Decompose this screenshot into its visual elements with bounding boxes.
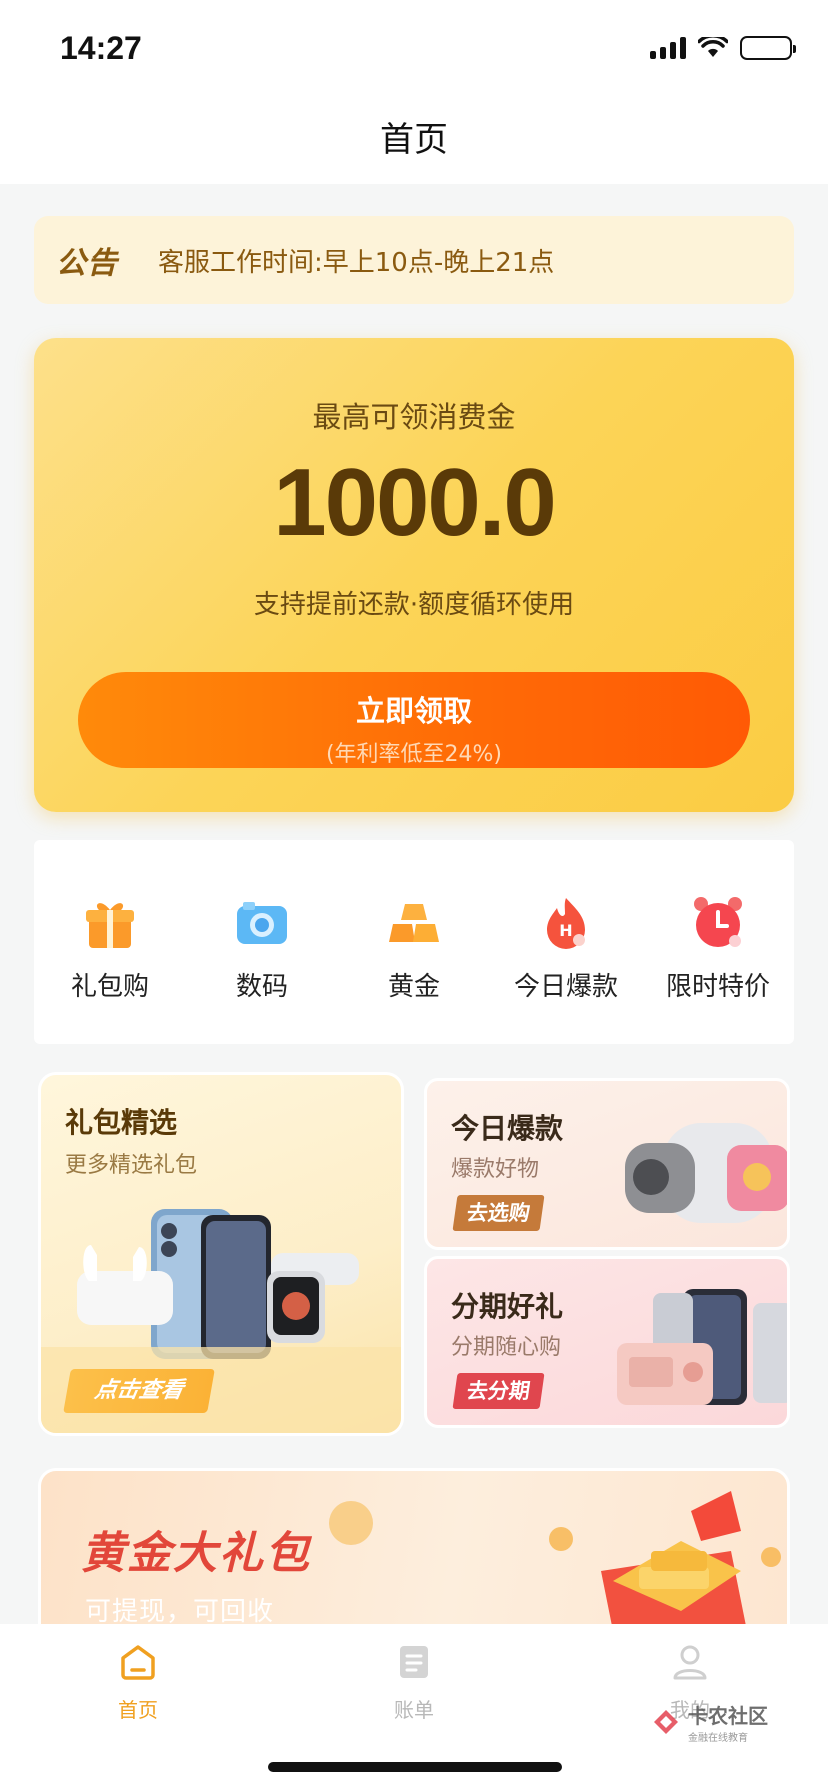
cellular-signal-icon (650, 37, 686, 59)
notice-tag: 公告 (56, 246, 118, 281)
category-gold[interactable]: 黄金 (344, 894, 484, 1003)
category-flash-sale[interactable]: 限时特价 (648, 894, 788, 1003)
status-icons (650, 36, 796, 60)
camera-icon (237, 902, 287, 944)
credit-amount: 1000.0 (273, 449, 557, 556)
category-label: 限时特价 (665, 972, 770, 1002)
notice-bar[interactable]: 公告 客服工作时间:早上10点-晚上21点 (34, 216, 794, 304)
nav-bar: 首页 (0, 96, 828, 184)
credit-subtitle: 最高可领消费金 (312, 400, 516, 434)
category-hot-today[interactable]: H 今日爆款 (496, 894, 636, 1003)
banner-title: 黄金大礼包 (81, 1528, 311, 1579)
alarm-clock-icon (694, 897, 742, 947)
wifi-icon (698, 37, 728, 57)
status-bar: 14:27 (0, 0, 828, 96)
credit-description: 支持提前还款·额度循环使用 (253, 590, 575, 620)
category-label: 数码 (235, 972, 288, 1002)
claim-button-label: 立即领取 (355, 694, 472, 728)
notice-text: 客服工作时间:早上10点-晚上21点 (158, 247, 555, 278)
tab-home[interactable]: 首页 (78, 1642, 198, 1723)
category-gift[interactable]: 礼包购 (40, 894, 180, 1003)
tab-label: 账单 (394, 1698, 434, 1722)
gold-bar-icon (389, 904, 439, 942)
gift-icon (86, 903, 134, 948)
svg-text:H: H (559, 921, 572, 940)
category-row: 礼包购 数码 黄金 H 今日爆款 限时特价 (34, 840, 794, 1044)
tab-bill[interactable]: 账单 (354, 1642, 474, 1723)
credit-card: 最高可领消费金 1000.0 支持提前还款·额度循环使用 立即领取 (年利率低至… (34, 338, 794, 812)
view-button[interactable]: 点击查看 (63, 1369, 215, 1413)
bill-icon (400, 1646, 428, 1678)
home-indicator[interactable] (268, 1762, 562, 1772)
claim-button[interactable]: 立即领取 (年利率低至24%) (78, 672, 750, 768)
category-digital[interactable]: 数码 (192, 894, 332, 1003)
status-time: 14:27 (60, 30, 142, 66)
watermark: 卡农社区 金融在线教育 (650, 1700, 768, 1744)
watermark-subtitle: 金融在线教育 (688, 1733, 748, 1744)
category-label: 黄金 (387, 972, 440, 1002)
category-label: 今日爆款 (513, 972, 618, 1002)
installment-button[interactable]: 去分期 (452, 1373, 545, 1409)
banner-subtitle: 可提现，可回收 (85, 1597, 275, 1627)
battery-icon (740, 36, 796, 60)
home-icon (121, 1645, 155, 1680)
promo-gift-selection[interactable]: 礼包精选 更多精选礼包 点击查看 (38, 1072, 404, 1436)
user-icon (673, 1645, 707, 1680)
watermark-title: 卡农社区 (688, 1704, 768, 1728)
promo-installment[interactable]: 分期好礼 分期随心购 去分期 (424, 1256, 790, 1428)
promo-hot-today[interactable]: 今日爆款 爆款好物 去选购 (424, 1078, 790, 1250)
tab-label: 首页 (118, 1698, 158, 1722)
category-label: 礼包购 (70, 972, 149, 1002)
page-title: 首页 (380, 120, 448, 160)
shop-button[interactable]: 去选购 (452, 1195, 545, 1231)
fire-icon: H (547, 898, 585, 949)
claim-rate-note: (年利率低至24%) (325, 742, 503, 767)
watermark-logo-icon (654, 1710, 678, 1734)
